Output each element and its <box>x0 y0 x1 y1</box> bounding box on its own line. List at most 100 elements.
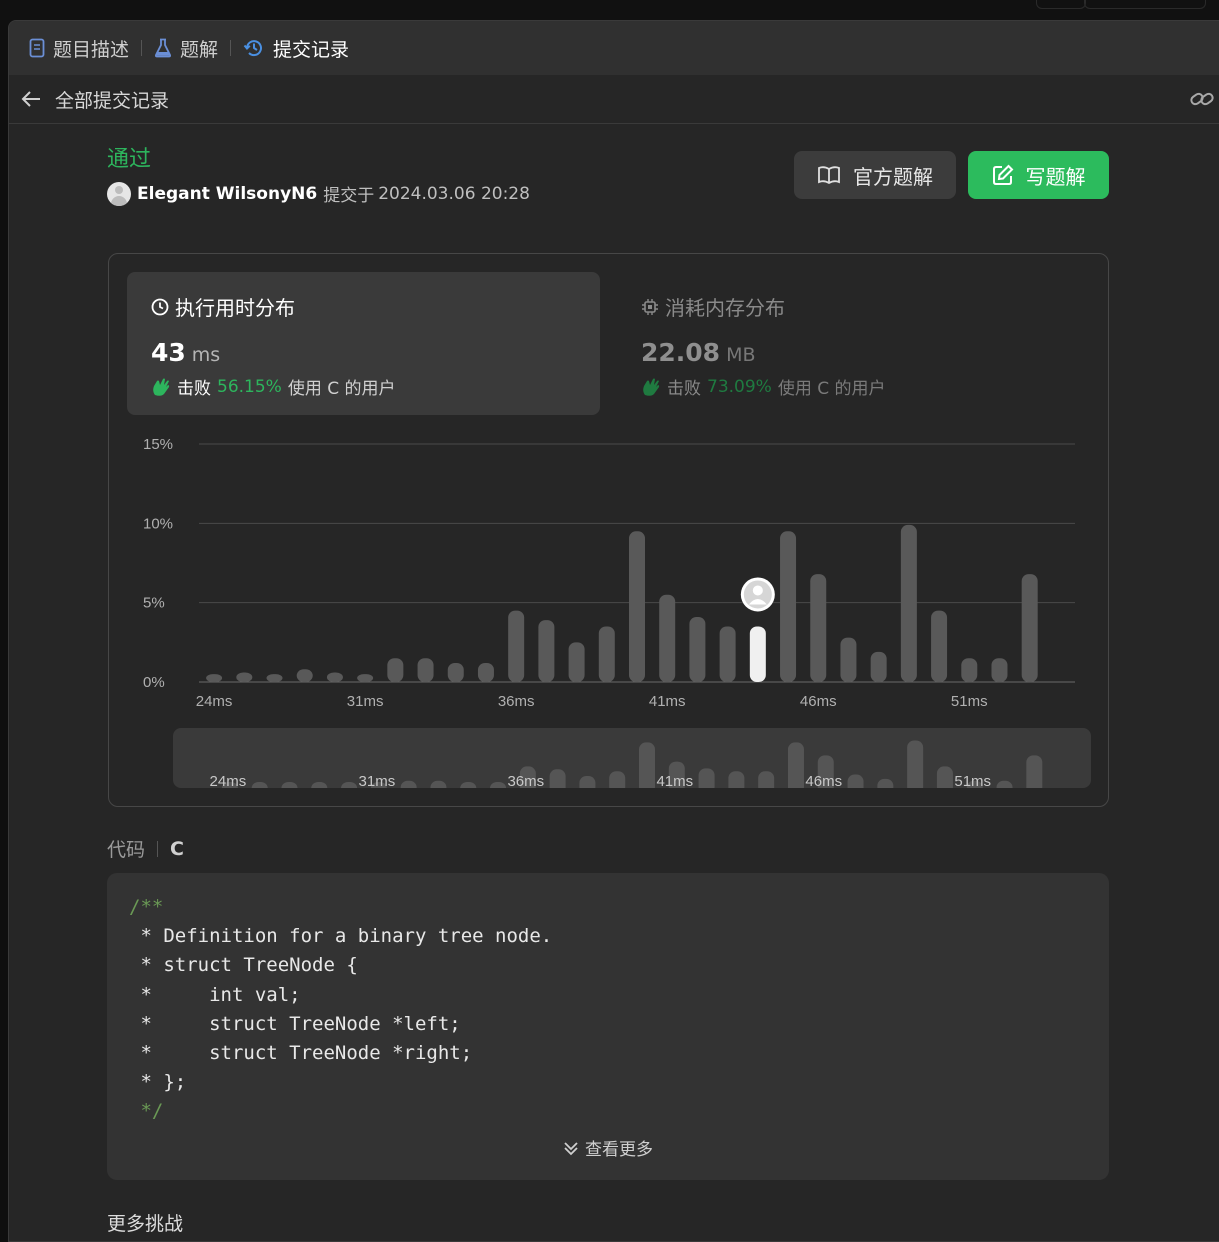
distribution-bar[interactable] <box>236 672 253 682</box>
distribution-bar[interactable] <box>538 620 555 682</box>
y-tick-label: 0% <box>143 674 165 691</box>
memory-beat-label: 击败 <box>667 379 701 399</box>
code-language: C <box>170 837 184 860</box>
runtime-stat-box[interactable]: 执行用时分布 43 ms 击败 56.15% 使用 C 的用户 <box>127 272 600 415</box>
x-tick-label: 51ms <box>951 693 988 710</box>
runtime-beat-percent: 56.15% <box>217 376 282 397</box>
mini-distribution-bar <box>579 776 596 788</box>
range-selector-background[interactable] <box>173 728 1091 788</box>
runtime-distribution-chart[interactable]: 0% 5% 10% 15% 24ms 31ms 36ms 41ms 46ms 51ms <box>109 424 1108 714</box>
official-solution-button[interactable]: 官方题解 <box>794 151 956 199</box>
tab-submissions[interactable]: 提交记录 <box>243 35 349 62</box>
distribution-bar[interactable] <box>598 626 615 682</box>
runtime-range-selector[interactable]: 24ms 31ms 36ms 41ms 46ms 51ms <box>173 728 1091 788</box>
distribution-bar[interactable] <box>357 674 374 682</box>
distribution-bar[interactable] <box>659 594 676 682</box>
memory-beat-percent: 73.09% <box>707 376 772 397</box>
y-tick-label: 5% <box>143 595 165 612</box>
memory-title-text: 消耗内存分布 <box>665 296 785 320</box>
mini-current-bar <box>758 771 775 788</box>
avatar[interactable] <box>107 181 131 206</box>
memory-beat-line: 击败 73.09% 使用 C 的用户 <box>641 374 886 399</box>
view-more-button[interactable]: 查看更多 <box>107 1135 1109 1160</box>
memory-title: 消耗内存分布 <box>641 292 785 321</box>
y-tick-label: 10% <box>143 515 173 532</box>
mini-x-tick-label: 36ms <box>507 773 544 788</box>
chevron-double-down-icon <box>564 1141 578 1155</box>
mini-x-tick-label: 41ms <box>656 773 693 788</box>
clock-icon <box>151 298 169 315</box>
code-line: * int val; <box>129 983 301 1006</box>
mini-distribution-bar <box>549 769 566 788</box>
write-solution-button[interactable]: 写题解 <box>968 151 1109 199</box>
x-tick-label: 31ms <box>347 693 384 710</box>
tab-solutions[interactable]: 题解 <box>154 35 218 62</box>
mini-distribution-bar <box>847 774 864 788</box>
code-line: * }; <box>129 1071 187 1094</box>
distribution-bar[interactable] <box>689 616 706 682</box>
mini-distribution-bar <box>609 771 626 788</box>
code-section-label: 代码 C <box>107 835 184 862</box>
code-block[interactable]: /** * Definition for a binary tree node.… <box>107 873 1109 1180</box>
code-line: * struct TreeNode *right; <box>129 1042 473 1065</box>
distribution-bar[interactable] <box>719 626 736 682</box>
mini-distribution-bar <box>698 768 715 788</box>
memory-stat-box[interactable]: 消耗内存分布 22.08 MB 击败 73.09% 使用 C 的用户 <box>623 272 1096 415</box>
current-submission-bar[interactable] <box>749 626 766 682</box>
tab-description[interactable]: 题目描述 <box>29 35 129 62</box>
distribution-bar[interactable] <box>629 531 645 682</box>
submission-panel: 题目描述 题解 提交记录 全部提交记录 通过 Elegant WilsonyN6… <box>8 20 1219 1242</box>
tab-description-label: 题目描述 <box>53 38 130 61</box>
x-tick-label: 41ms <box>649 693 686 710</box>
x-tick-label: 36ms <box>498 693 535 710</box>
distribution-bar[interactable] <box>326 672 343 682</box>
distribution-bar[interactable] <box>931 610 948 682</box>
flask-icon <box>154 38 172 58</box>
distribution-bar[interactable] <box>961 658 978 682</box>
chip-icon <box>642 298 658 315</box>
memory-number: 22.08 <box>641 338 721 367</box>
runtime-beat-label: 击败 <box>177 379 211 399</box>
distribution-bar[interactable] <box>417 658 434 682</box>
mini-distribution-bar <box>639 742 655 788</box>
memory-beat-suffix: 使用 C 的用户 <box>777 379 886 399</box>
distribution-bar[interactable] <box>387 658 404 682</box>
back-arrow-icon[interactable] <box>21 90 41 108</box>
official-solution-label: 官方题解 <box>853 164 933 189</box>
distribution-bar[interactable] <box>840 637 857 682</box>
username[interactable]: Elegant WilsonyN6 <box>137 184 317 204</box>
distribution-bar[interactable] <box>206 674 223 682</box>
distribution-bar[interactable] <box>900 524 917 682</box>
code-label-divider <box>157 840 159 857</box>
x-tick-label: 24ms <box>196 693 233 710</box>
all-submissions-title[interactable]: 全部提交记录 <box>55 86 169 113</box>
top-tab-ghost <box>1036 0 1086 9</box>
distribution-bar[interactable] <box>508 610 525 682</box>
distribution-bar[interactable] <box>870 651 887 682</box>
submitted-label: 提交于 <box>323 186 375 206</box>
distribution-bar[interactable] <box>780 531 797 682</box>
submissions-subbar: 全部提交记录 <box>9 75 1219 124</box>
distribution-bar[interactable] <box>991 658 1008 682</box>
mini-distribution-bar <box>907 740 924 788</box>
memory-unit: MB <box>726 344 756 366</box>
action-buttons: 官方题解 写题解 <box>794 151 1109 199</box>
distribution-bar[interactable] <box>296 669 313 682</box>
distribution-bar[interactable] <box>477 662 494 682</box>
distribution-bar[interactable] <box>810 574 827 682</box>
code-line: */ <box>129 1100 164 1123</box>
write-solution-label: 写题解 <box>1025 164 1086 189</box>
mini-distribution-bar <box>787 742 804 788</box>
tab-divider <box>230 40 232 56</box>
distribution-bar[interactable] <box>568 642 585 682</box>
book-icon <box>818 166 840 185</box>
distribution-bar[interactable] <box>447 662 464 682</box>
link-icon[interactable] <box>1189 88 1215 114</box>
runtime-title-text: 执行用时分布 <box>175 296 295 320</box>
mini-x-tick-label: 46ms <box>805 773 842 788</box>
distribution-bar[interactable] <box>1021 574 1038 682</box>
distribution-bar[interactable] <box>266 674 283 682</box>
runtime-number: 43 <box>151 338 186 367</box>
history-icon <box>243 40 263 57</box>
mini-x-tick-label: 51ms <box>954 773 991 788</box>
